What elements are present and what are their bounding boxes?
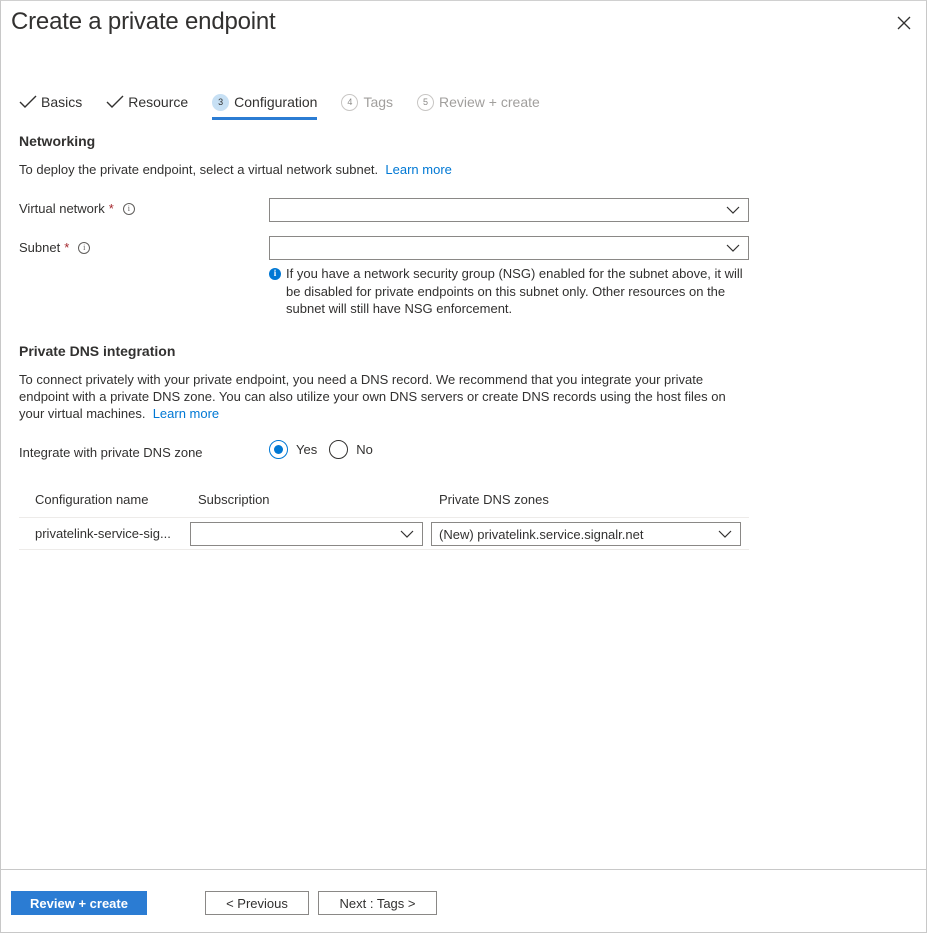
radio-yes[interactable]: Yes [269, 440, 317, 459]
review-create-button[interactable]: Review + create [11, 891, 147, 915]
wizard-tabs: Basics Resource 3 Configuration 4 Tags 5… [19, 90, 564, 120]
info-filled-icon: i [269, 268, 281, 280]
dns-description-text: To connect privately with your private e… [19, 372, 726, 421]
virtual-network-label: Virtual network * i [19, 201, 135, 216]
radio-no-label: No [356, 442, 373, 457]
step-number-badge: 3 [212, 93, 230, 111]
close-button[interactable] [894, 13, 914, 33]
chevron-down-icon [726, 244, 740, 252]
networking-description: To deploy the private endpoint, select a… [19, 161, 452, 178]
close-icon [897, 16, 911, 30]
chevron-down-icon [726, 206, 740, 214]
step-number-badge: 5 [417, 93, 435, 111]
private-dns-zone-value: (New) privatelink.service.signalr.net [439, 526, 644, 542]
subnet-dropdown[interactable] [269, 236, 749, 260]
radio-circle [269, 440, 288, 459]
table-divider [19, 549, 749, 550]
dns-learn-more-link[interactable]: Learn more [153, 406, 219, 421]
networking-description-text: To deploy the private endpoint, select a… [19, 162, 379, 177]
tab-label: Basics [41, 94, 83, 110]
subnet-label: Subnet * i [19, 240, 91, 255]
radio-circle [329, 440, 349, 459]
tab-configuration[interactable]: 3 Configuration [212, 90, 318, 120]
private-dns-zone-dropdown[interactable]: (New) privatelink.service.signalr.net [431, 522, 741, 546]
radio-yes-label: Yes [296, 442, 318, 457]
dns-description: To connect privately with your private e… [19, 371, 754, 422]
configuration-name-cell: privatelink-service-sig... [35, 526, 171, 541]
chevron-down-icon [400, 530, 414, 538]
required-marker: * [108, 201, 114, 216]
integrate-dns-label-text: Integrate with private DNS zone [19, 445, 203, 460]
tab-review-create[interactable]: 5 Review + create [417, 90, 540, 114]
virtual-network-label-text: Virtual network [19, 201, 105, 216]
integrate-dns-label: Integrate with private DNS zone [19, 445, 203, 460]
tab-label: Configuration [234, 94, 318, 110]
tab-label: Resource [128, 94, 189, 110]
next-tags-button[interactable]: Next : Tags > [318, 891, 437, 915]
tab-resource[interactable]: Resource [106, 90, 188, 114]
page-title: Create a private endpoint [11, 8, 276, 35]
networking-learn-more-link[interactable]: Learn more [385, 162, 451, 177]
networking-heading: Networking [19, 133, 96, 149]
required-marker: * [64, 240, 70, 255]
info-icon[interactable]: i [78, 241, 91, 254]
chevron-down-icon [718, 530, 732, 538]
tab-basics[interactable]: Basics [19, 90, 82, 114]
checkmark-icon [19, 95, 37, 108]
subscription-dropdown[interactable] [190, 522, 423, 546]
info-icon[interactable]: i [122, 202, 135, 215]
integrate-dns-radio-group: Yes No [269, 440, 385, 459]
previous-button[interactable]: < Previous [205, 891, 309, 915]
nsg-info-text: If you have a network security group (NS… [286, 266, 743, 316]
tab-label: Tags [363, 94, 394, 110]
radio-no[interactable]: No [329, 440, 373, 459]
column-header-configuration-name: Configuration name [35, 492, 149, 507]
column-header-private-dns-zones: Private DNS zones [439, 492, 549, 507]
footer-divider [1, 869, 926, 870]
subnet-label-text: Subnet [19, 240, 61, 255]
column-header-subscription: Subscription [198, 492, 270, 507]
nsg-info-message: i If you have a network security group (… [269, 265, 749, 318]
dns-heading: Private DNS integration [19, 343, 176, 359]
tab-label: Review + create [439, 94, 540, 110]
checkmark-icon [106, 95, 124, 108]
dialog-frame [0, 0, 927, 933]
table-divider [19, 517, 749, 518]
step-number-badge: 4 [341, 93, 359, 111]
virtual-network-dropdown[interactable] [269, 198, 749, 222]
tab-tags[interactable]: 4 Tags [341, 90, 393, 114]
